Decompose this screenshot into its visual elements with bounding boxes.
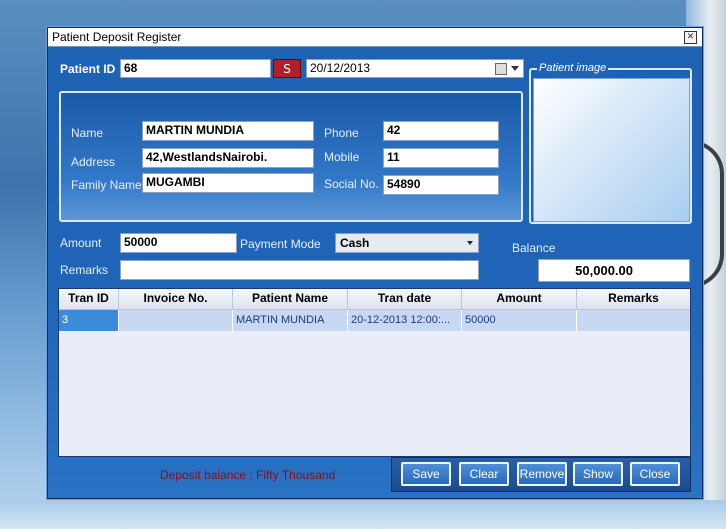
search-patient-button[interactable]: S [273, 59, 301, 78]
close-button[interactable]: Close [630, 462, 680, 486]
window-title: Patient Deposit Register [52, 30, 182, 44]
amount-field[interactable]: 50000 [120, 233, 237, 253]
column-header-remarks[interactable]: Remarks [577, 289, 690, 309]
transactions-grid[interactable]: Tran ID Invoice No. Patient Name Tran da… [58, 288, 691, 457]
title-bar[interactable]: Patient Deposit Register ✕ [48, 28, 702, 47]
payment-mode-label: Payment Mode [240, 237, 321, 251]
patient-details-panel: Name MARTIN MUNDIA Address 42,WestlandsN… [59, 91, 523, 222]
address-label: Address [71, 155, 116, 169]
column-header-invoice[interactable]: Invoice No. [119, 289, 233, 309]
deposit-register-window: Patient Deposit Register ✕ Patient ID 68… [47, 27, 703, 499]
cell-tran-date[interactable]: 20-12-2013 12:00:... [348, 310, 462, 331]
desktop-background-band [0, 500, 726, 529]
save-button[interactable]: Save [401, 462, 451, 486]
chevron-down-icon[interactable] [467, 241, 473, 245]
payment-mode-select[interactable]: Cash [335, 233, 479, 253]
family-name-label: Family Name [71, 178, 142, 192]
family-name-field[interactable]: MUGAMBI [142, 173, 314, 193]
patient-id-label: Patient ID [60, 62, 116, 76]
patient-id-input[interactable]: 68 [120, 59, 271, 78]
table-row[interactable]: 3 MARTIN MUNDIA 20-12-2013 12:00:... 500… [59, 310, 690, 331]
address-field[interactable]: 42,WestlandsNairobi. [142, 148, 314, 168]
column-header-tran-date[interactable]: Tran date [348, 289, 462, 309]
amount-label: Amount [60, 236, 102, 250]
deposit-balance-message: Deposit balance : Fifty Thousand [160, 468, 336, 482]
date-value: 20/12/2013 [310, 61, 371, 75]
chevron-down-icon[interactable] [511, 66, 519, 71]
phone-field[interactable]: 42 [383, 121, 499, 141]
close-icon[interactable]: ✕ [684, 31, 697, 44]
date-picker[interactable]: 20/12/2013 [306, 59, 524, 78]
show-button[interactable]: Show [573, 462, 623, 486]
cell-amount[interactable]: 50000 [462, 310, 577, 331]
remarks-field[interactable] [120, 260, 479, 280]
balance-display: 50,000.00 [538, 259, 690, 282]
remove-button[interactable]: Remove [517, 462, 567, 486]
column-header-amount[interactable]: Amount [462, 289, 577, 309]
name-field[interactable]: MARTIN MUNDIA [142, 121, 314, 141]
patient-image[interactable] [533, 78, 690, 222]
column-header-tran-id[interactable]: Tran ID [59, 289, 119, 309]
calendar-icon[interactable] [495, 63, 507, 75]
form-client-area: Patient ID 68 S 20/12/2013 Name MARTIN M… [48, 47, 702, 498]
mobile-field[interactable]: 11 [383, 148, 499, 168]
cell-patient-name[interactable]: MARTIN MUNDIA [233, 310, 348, 331]
action-button-panel: Save Clear Remove Show Close [391, 457, 691, 492]
clear-button[interactable]: Clear [459, 462, 509, 486]
name-label: Name [71, 126, 104, 140]
payment-mode-value: Cash [340, 236, 370, 250]
social-no-label: Social No. [324, 177, 379, 191]
remarks-label: Remarks [60, 263, 109, 277]
grid-header: Tran ID Invoice No. Patient Name Tran da… [59, 289, 690, 310]
patient-image-group: Patient image [529, 62, 692, 224]
mobile-label: Mobile [324, 150, 360, 164]
phone-label: Phone [324, 126, 359, 140]
social-no-field[interactable]: 54890 [383, 175, 499, 195]
cell-invoice[interactable] [119, 310, 233, 331]
balance-label: Balance [512, 241, 556, 255]
column-header-patient-name[interactable]: Patient Name [233, 289, 348, 309]
cell-remarks[interactable] [577, 310, 690, 331]
cell-tran-id[interactable]: 3 [59, 310, 119, 331]
patient-image-legend: Patient image [537, 62, 609, 74]
